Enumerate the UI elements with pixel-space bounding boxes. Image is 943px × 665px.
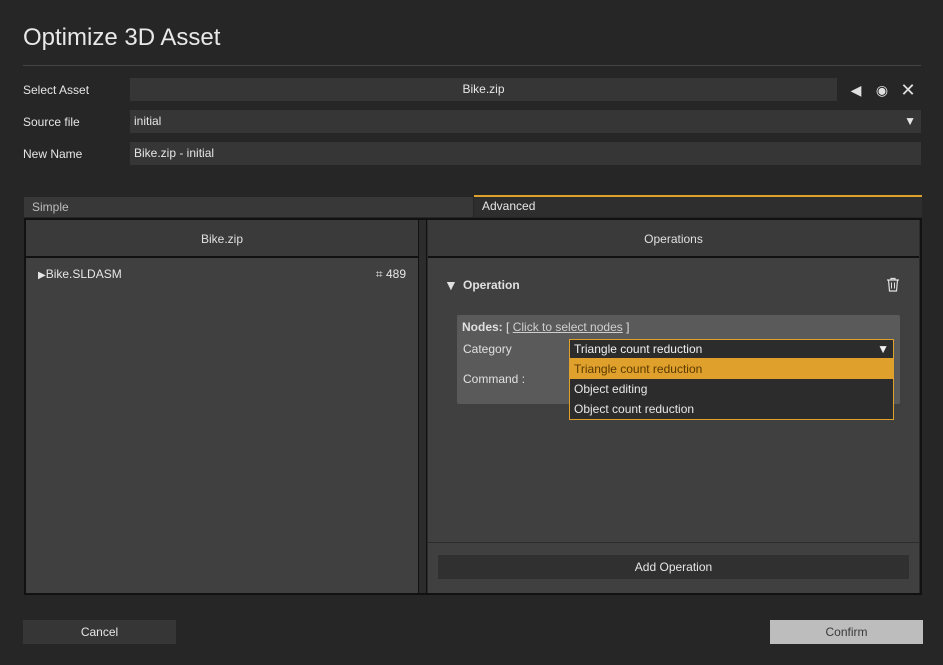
operations-header: Operations	[428, 220, 919, 258]
target-icon[interactable]: ◉	[874, 82, 890, 98]
dropdown-option[interactable]: Object count reduction	[570, 399, 893, 419]
tree-node-label: Bike.SLDASM	[45, 267, 122, 281]
select-asset-label: Select Asset	[23, 83, 90, 97]
tab-advanced[interactable]: Advanced	[474, 195, 922, 217]
new-name-label: New Name	[23, 147, 83, 161]
asset-tree-header: Bike.zip	[26, 220, 418, 258]
category-dropdown: Triangle count reduction Object editing …	[569, 358, 894, 420]
dropdown-option[interactable]: Object editing	[570, 379, 893, 399]
title-divider	[23, 65, 921, 66]
command-label: Command :	[463, 372, 526, 386]
tree-node[interactable]: ▶Bike.SLDASM ⌗ 489	[38, 267, 406, 283]
new-name-input[interactable]: Bike.zip - initial	[130, 142, 921, 165]
add-operation-button[interactable]: Add Operation	[438, 555, 909, 579]
select-asset-field[interactable]: Bike.zip	[130, 78, 837, 101]
source-file-label: Source file	[23, 115, 80, 129]
nodes-row: Nodes: [ Click to select nodes ]	[462, 320, 629, 334]
footer-divider	[428, 542, 919, 543]
source-file-select[interactable]: initial ▼	[130, 110, 921, 133]
confirm-button[interactable]: Confirm	[770, 620, 923, 644]
category-label: Category	[463, 342, 512, 356]
nodes-label: Nodes:	[462, 320, 503, 334]
close-icon[interactable]: ✕	[900, 81, 916, 99]
source-file-value: initial	[134, 114, 162, 128]
dropdown-option[interactable]: Triangle count reduction	[570, 359, 893, 379]
operation-title: Operation	[463, 278, 520, 292]
chevron-down-icon: ▼	[904, 114, 916, 128]
polygon-count: 489	[385, 267, 406, 281]
panel-splitter[interactable]	[418, 220, 427, 593]
category-value: Triangle count reduction	[574, 342, 703, 356]
collapse-triangle-icon[interactable]: ▼	[444, 277, 458, 293]
dialog-title: Optimize 3D Asset	[23, 24, 221, 51]
select-nodes-link[interactable]: Click to select nodes	[513, 320, 623, 334]
trash-icon[interactable]	[886, 277, 900, 295]
nodes-open-bracket: [	[506, 320, 510, 334]
tab-simple[interactable]: Simple	[24, 197, 473, 217]
nodes-close-bracket: ]	[626, 320, 630, 334]
chevron-down-icon: ▼	[877, 342, 889, 356]
expand-arrow-icon[interactable]: ▶	[38, 270, 46, 281]
asset-tree-panel: Bike.zip ▶Bike.SLDASM ⌗ 489	[26, 220, 418, 593]
previous-icon[interactable]: ◀	[848, 82, 864, 98]
polygon-count-icon: ⌗	[375, 267, 383, 281]
category-select[interactable]: Triangle count reduction ▼	[569, 339, 894, 359]
cancel-button[interactable]: Cancel	[23, 620, 176, 644]
